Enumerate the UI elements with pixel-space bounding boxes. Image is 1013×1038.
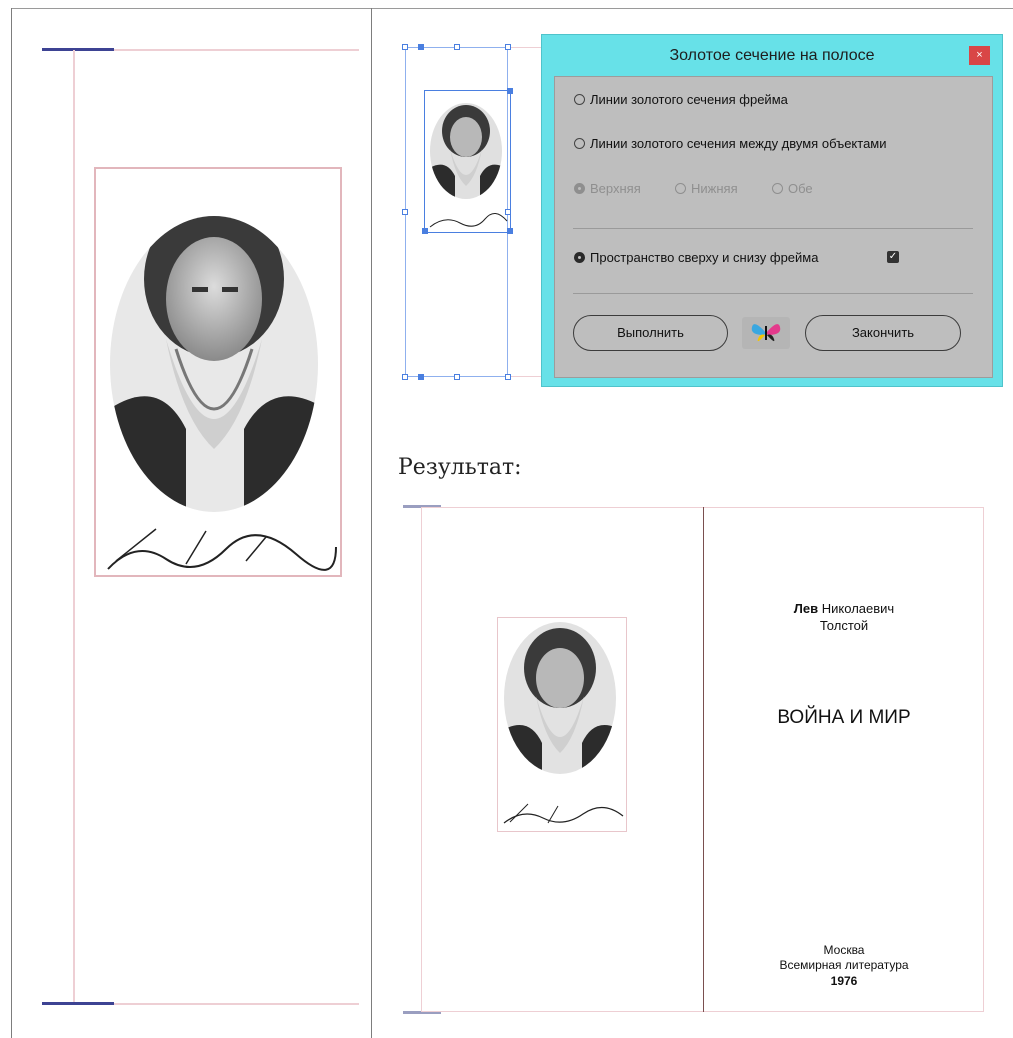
book-author-name: Лев Николаевич — [705, 601, 983, 616]
dialog-body: Линии золотого сечения фрейма Линии золо… — [554, 76, 993, 378]
finish-button[interactable]: Закончить — [805, 315, 961, 351]
option-bottom-label: Нижняя — [691, 181, 738, 196]
guide-navy-top — [42, 48, 114, 51]
spread-spine — [703, 507, 704, 1012]
guide-pink-bottom — [114, 1003, 359, 1005]
run-button[interactable]: Выполнить — [573, 315, 728, 351]
small-handle-br[interactable] — [507, 228, 513, 234]
handle-tr[interactable] — [505, 44, 511, 50]
book-city: Москва — [823, 943, 865, 957]
separator-1 — [573, 228, 973, 229]
handle-b1[interactable] — [418, 374, 424, 380]
option-bottom[interactable]: Нижняя — [675, 181, 738, 196]
option-frame-lines-label: Линии золотого сечения фрейма — [590, 92, 788, 107]
option-between-objects[interactable]: Линии золотого сечения между двумя объек… — [574, 136, 887, 151]
book-title: ВОЙНА И МИР — [777, 707, 911, 728]
author-first: Лев — [793, 601, 819, 616]
close-button[interactable]: × — [969, 46, 990, 65]
author-patronymic: Николаевич — [821, 601, 895, 616]
handle-bl[interactable] — [402, 374, 408, 380]
small-handle-tr[interactable] — [507, 88, 513, 94]
small-handle-bl[interactable] — [422, 228, 428, 234]
option-space-frame-label: Пространство сверху и снизу фрейма — [590, 250, 819, 265]
radio-top[interactable] — [574, 183, 585, 194]
space-frame-checkbox[interactable]: ✓ — [887, 251, 899, 263]
radio-bottom[interactable] — [675, 183, 686, 194]
separator-2 — [573, 293, 973, 294]
result-label: Результат: — [398, 455, 522, 480]
radio-frame-lines[interactable] — [574, 94, 585, 105]
butterfly-icon[interactable] — [742, 317, 790, 349]
guide-pink-left — [73, 50, 75, 1002]
handle-bm[interactable] — [454, 374, 460, 380]
handle-t1[interactable] — [418, 44, 424, 50]
close-icon: × — [976, 49, 983, 61]
portrait-image-large — [107, 216, 337, 571]
option-frame-lines[interactable]: Линии золотого сечения фрейма — [574, 92, 788, 107]
option-between-objects-label: Линии золотого сечения между двумя объек… — [590, 136, 887, 151]
spread-left-edge — [421, 507, 422, 1012]
option-space-frame[interactable]: Пространство сверху и снизу фрейма — [574, 250, 818, 265]
result-portrait-image — [503, 622, 624, 824]
option-top[interactable]: Верхняя — [574, 181, 641, 196]
portrait-frame-large[interactable] — [94, 167, 342, 577]
book-year: 1976 — [830, 974, 858, 988]
book-publisher: Всемирная литература — [779, 958, 909, 972]
radio-both[interactable] — [772, 183, 783, 194]
left-border — [11, 8, 12, 1038]
handle-ml[interactable] — [402, 209, 408, 215]
dialog-title: Золотое сечение на полосе — [669, 47, 875, 64]
radio-between-objects[interactable] — [574, 138, 585, 149]
center-divider — [371, 8, 372, 1038]
handle-tl[interactable] — [402, 44, 408, 50]
handle-tm[interactable] — [454, 44, 460, 50]
handle-br[interactable] — [505, 374, 511, 380]
option-top-label: Верхняя — [590, 181, 641, 196]
option-both-label: Обе — [788, 181, 813, 196]
golden-section-dialog: Золотое сечение на полосе × Линии золото… — [541, 34, 1003, 387]
guide-navy-bottom — [42, 1002, 114, 1005]
author-last: Толстой — [819, 618, 869, 633]
top-border — [11, 8, 1013, 9]
option-both[interactable]: Обе — [772, 181, 813, 196]
butterfly-icon-graphic — [751, 324, 781, 342]
guide-pink-top — [114, 49, 359, 51]
portrait-frame-small[interactable] — [422, 88, 513, 234]
portrait-image-small — [429, 103, 508, 228]
spread-right-edge — [983, 507, 984, 1012]
result-portrait-frame — [497, 617, 627, 832]
radio-space-frame[interactable] — [574, 252, 585, 263]
